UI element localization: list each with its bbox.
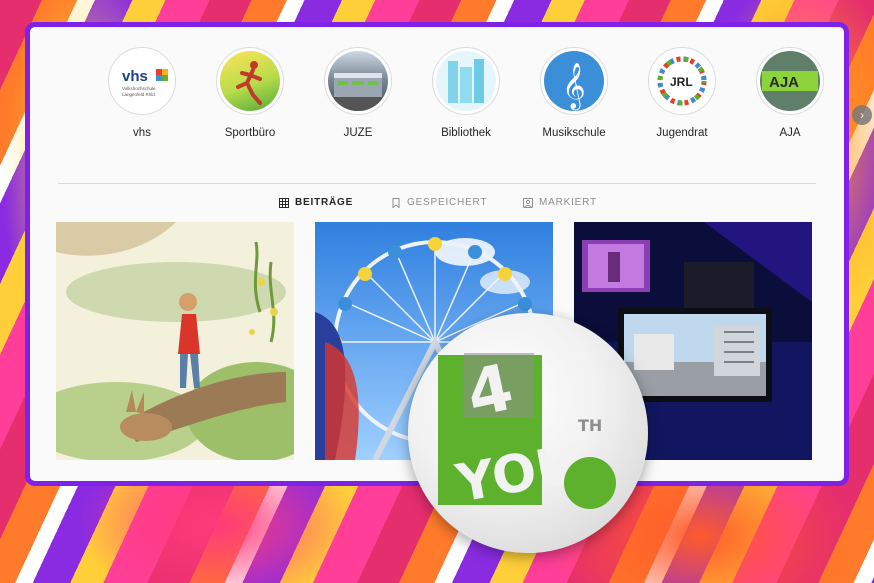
story-label: Jugendrat (656, 127, 708, 139)
story-ring[interactable] (216, 47, 284, 115)
bookmark-icon (391, 197, 401, 209)
story-juze[interactable]: JUZE (308, 47, 408, 139)
jrl-wordmark: JRL (670, 75, 693, 89)
post-watercolor-child[interactable] (56, 222, 294, 460)
aja-wordmark: AJA (769, 74, 799, 91)
tab-posts[interactable]: BEITRÄGE (279, 197, 353, 208)
story-musikschule[interactable]: 𝄞 Musikschule (524, 47, 624, 139)
story-ring[interactable] (432, 47, 500, 115)
jrl-logo-icon: JRL (652, 51, 712, 111)
story-sportbuero[interactable]: Sportbüro (200, 47, 300, 139)
story-label: vhs (133, 127, 151, 139)
runner-icon (220, 51, 280, 111)
story-ring[interactable]: vhs Volkshochschule Langenfeld Rhld. (108, 47, 176, 115)
story-label: Bibliothek (441, 127, 491, 139)
vhs-subtitle-2: Langenfeld Rhld. (122, 92, 156, 97)
story-ring[interactable]: AJA (756, 47, 824, 115)
story-jugendrat[interactable]: JRL Jugendrat (632, 47, 732, 139)
aja-logo-icon: AJA (760, 51, 820, 111)
building-icon (328, 51, 388, 111)
story-vhs[interactable]: vhs Volkshochschule Langenfeld Rhld. vhs (92, 47, 192, 139)
treble-clef-icon: 𝄞 (544, 51, 604, 111)
story-label: Musikschule (542, 127, 606, 139)
tab-tagged[interactable]: MARKIERT (523, 197, 597, 208)
story-label: Sportbüro (224, 127, 276, 139)
svg-text:𝄞: 𝄞 (562, 63, 586, 111)
chevron-right-icon[interactable]: › (852, 105, 872, 125)
story-aja[interactable]: AJA AJA (740, 47, 840, 139)
story-bibliothek[interactable]: Bibliothek (416, 47, 516, 139)
badge-superscript: TH (578, 416, 602, 435)
profile-tabs: BEITRÄGE GESPEICHERT MARKIERT (30, 197, 844, 213)
vhs-logo-icon: vhs Volkshochschule Langenfeld Rhld. (112, 51, 172, 111)
tab-saved-label: GESPEICHERT (407, 197, 488, 208)
tab-tagged-label: MARKIERT (539, 197, 597, 208)
bookshelf-icon (436, 51, 496, 111)
story-ring[interactable]: JRL (648, 47, 716, 115)
story-highlights: vhs Volkshochschule Langenfeld Rhld. vhs (92, 47, 872, 147)
story-ring[interactable] (324, 47, 392, 115)
divider (58, 183, 816, 184)
4youth-badge: 4 YOU TH (408, 313, 648, 553)
tab-posts-label: BEITRÄGE (295, 197, 354, 208)
grid-icon (279, 197, 289, 208)
tab-saved[interactable]: GESPEICHERT (391, 197, 488, 209)
story-ring[interactable]: 𝄞 (540, 47, 608, 115)
tag-person-icon (523, 197, 533, 208)
story-label: AJA (779, 127, 801, 139)
story-label: JUZE (343, 127, 373, 139)
vhs-subtitle-1: Volkshochschule (122, 86, 156, 91)
4youth-logo-icon: 4 YOU TH (438, 351, 616, 515)
vhs-wordmark: vhs (122, 68, 148, 85)
